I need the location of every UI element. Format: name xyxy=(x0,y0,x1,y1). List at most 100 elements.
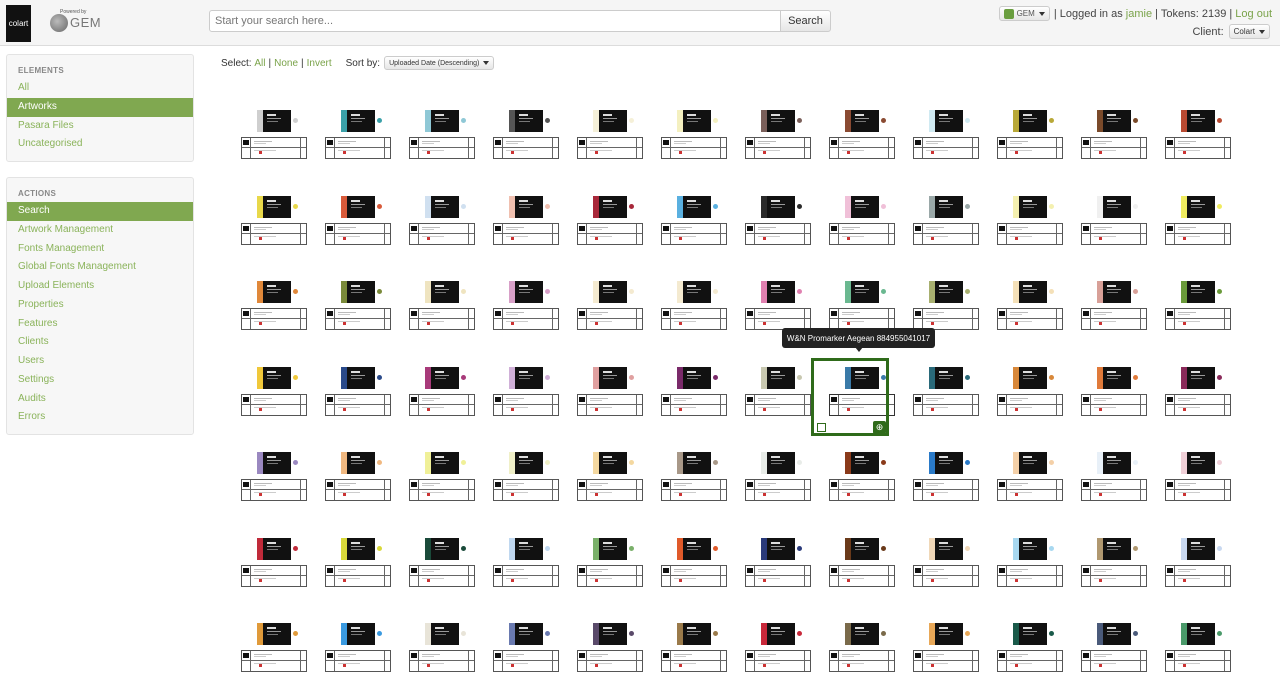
artwork-thumbnail[interactable] xyxy=(913,281,979,331)
artwork-thumbnail[interactable] xyxy=(745,452,811,502)
select-checkbox[interactable] xyxy=(817,423,826,432)
artwork-label-preview xyxy=(1097,281,1131,303)
sheet-logo-block xyxy=(1167,397,1173,402)
artwork-thumbnail[interactable] xyxy=(829,538,895,588)
artwork-thumbnail[interactable] xyxy=(577,452,643,502)
artwork-thumbnail[interactable] xyxy=(1081,367,1147,417)
artwork-thumbnail[interactable] xyxy=(577,281,643,331)
artwork-thumbnail[interactable] xyxy=(829,281,895,331)
artwork-thumbnail[interactable] xyxy=(409,367,475,417)
artwork-thumbnail[interactable] xyxy=(241,281,307,331)
sheet-divider xyxy=(662,660,726,661)
artwork-thumbnail[interactable] xyxy=(661,196,727,246)
artwork-thumbnail[interactable] xyxy=(913,110,979,160)
artwork-thumbnail[interactable] xyxy=(1081,538,1147,588)
artwork-thumbnail[interactable] xyxy=(493,196,559,246)
sheet-marker xyxy=(679,493,682,496)
artwork-thumbnail[interactable] xyxy=(745,623,811,673)
artwork-thumbnail[interactable] xyxy=(409,623,475,673)
artwork-thumbnail[interactable] xyxy=(1165,538,1231,588)
artwork-thumbnail[interactable] xyxy=(997,281,1063,331)
artwork-thumbnail[interactable] xyxy=(1165,367,1231,417)
artwork-thumbnail[interactable] xyxy=(493,452,559,502)
artwork-thumbnail[interactable] xyxy=(325,538,391,588)
artwork-thumbnail[interactable] xyxy=(577,623,643,673)
artwork-thumbnail[interactable] xyxy=(745,281,811,331)
artwork-thumbnail[interactable] xyxy=(829,623,895,673)
artwork-thumbnail[interactable] xyxy=(1081,452,1147,502)
artwork-thumbnail[interactable] xyxy=(325,623,391,673)
artwork-thumbnail[interactable] xyxy=(913,538,979,588)
artwork-thumbnail[interactable] xyxy=(913,196,979,246)
artwork-thumbnail[interactable] xyxy=(1081,281,1147,331)
artwork-thumbnail[interactable] xyxy=(577,110,643,160)
artwork-thumbnail[interactable] xyxy=(409,196,475,246)
artwork-thumbnail[interactable] xyxy=(409,538,475,588)
artwork-thumbnail[interactable] xyxy=(493,281,559,331)
artwork-thumbnail[interactable] xyxy=(325,367,391,417)
artwork-thumbnail[interactable] xyxy=(325,196,391,246)
artwork-thumbnail[interactable] xyxy=(913,452,979,502)
artwork-thumbnail[interactable] xyxy=(241,367,307,417)
sheet-text-line xyxy=(1094,143,1106,144)
artwork-thumbnail[interactable] xyxy=(241,623,307,673)
artwork-thumbnail[interactable] xyxy=(1165,281,1231,331)
artwork-spec-sheet xyxy=(241,394,307,416)
artwork-thumbnail[interactable] xyxy=(1081,196,1147,246)
artwork-thumbnail[interactable] xyxy=(409,281,475,331)
artwork-thumbnail[interactable] xyxy=(997,538,1063,588)
artwork-thumbnail[interactable] xyxy=(241,110,307,160)
artwork-thumbnail[interactable] xyxy=(409,110,475,160)
artwork-thumbnail[interactable] xyxy=(997,623,1063,673)
artwork-thumbnail[interactable] xyxy=(997,196,1063,246)
artwork-thumbnail[interactable] xyxy=(661,452,727,502)
sheet-divider xyxy=(720,566,721,586)
artwork-thumbnail[interactable] xyxy=(577,367,643,417)
artwork-thumbnail[interactable] xyxy=(577,538,643,588)
zoom-icon[interactable]: ⊕ xyxy=(873,421,886,434)
artwork-thumbnail[interactable] xyxy=(913,623,979,673)
artwork-thumbnail[interactable] xyxy=(241,196,307,246)
artwork-thumbnail[interactable] xyxy=(1165,110,1231,160)
artwork-thumbnail[interactable] xyxy=(997,367,1063,417)
artwork-thumbnail[interactable] xyxy=(241,452,307,502)
artwork-thumbnail[interactable] xyxy=(493,110,559,160)
artwork-thumbnail[interactable] xyxy=(1081,623,1147,673)
artwork-thumbnail[interactable] xyxy=(661,281,727,331)
artwork-thumbnail[interactable] xyxy=(1165,452,1231,502)
artwork-thumbnail[interactable] xyxy=(241,538,307,588)
artwork-thumbnail[interactable] xyxy=(1165,196,1231,246)
artwork-thumbnail[interactable] xyxy=(493,367,559,417)
artwork-thumbnail[interactable] xyxy=(325,452,391,502)
artwork-thumbnail[interactable] xyxy=(829,452,895,502)
artwork-thumbnail[interactable] xyxy=(661,110,727,160)
artwork-thumbnail[interactable] xyxy=(913,367,979,417)
artwork-thumbnail[interactable] xyxy=(325,281,391,331)
artwork-thumbnail[interactable] xyxy=(745,196,811,246)
artwork-thumbnail[interactable] xyxy=(493,623,559,673)
artwork-thumbnail[interactable] xyxy=(745,110,811,160)
sheet-divider xyxy=(746,660,810,661)
sheet-text-line xyxy=(1010,314,1022,315)
artwork-thumbnail[interactable] xyxy=(661,367,727,417)
artwork-thumbnail[interactable] xyxy=(661,538,727,588)
artwork-thumbnail[interactable] xyxy=(1165,623,1231,673)
artwork-thumbnail[interactable] xyxy=(829,110,895,160)
color-swatch xyxy=(677,538,683,560)
artwork-thumbnail[interactable] xyxy=(409,452,475,502)
artwork-thumbnail[interactable] xyxy=(1081,110,1147,160)
sheet-text-line xyxy=(1094,656,1106,657)
artwork-thumbnail[interactable] xyxy=(997,110,1063,160)
artwork-thumbnail[interactable] xyxy=(661,623,727,673)
artwork-thumbnail[interactable] xyxy=(829,196,895,246)
artwork-thumbnail[interactable] xyxy=(745,538,811,588)
sheet-text-line xyxy=(422,654,440,655)
artwork-thumbnail[interactable] xyxy=(325,110,391,160)
artwork-label-preview xyxy=(509,538,543,560)
artwork-thumbnail[interactable] xyxy=(745,367,811,417)
artwork-thumbnail[interactable] xyxy=(997,452,1063,502)
label-line xyxy=(267,207,278,208)
artwork-thumbnail[interactable] xyxy=(493,538,559,588)
artwork-thumbnail[interactable] xyxy=(577,196,643,246)
sheet-text-line xyxy=(842,229,854,230)
